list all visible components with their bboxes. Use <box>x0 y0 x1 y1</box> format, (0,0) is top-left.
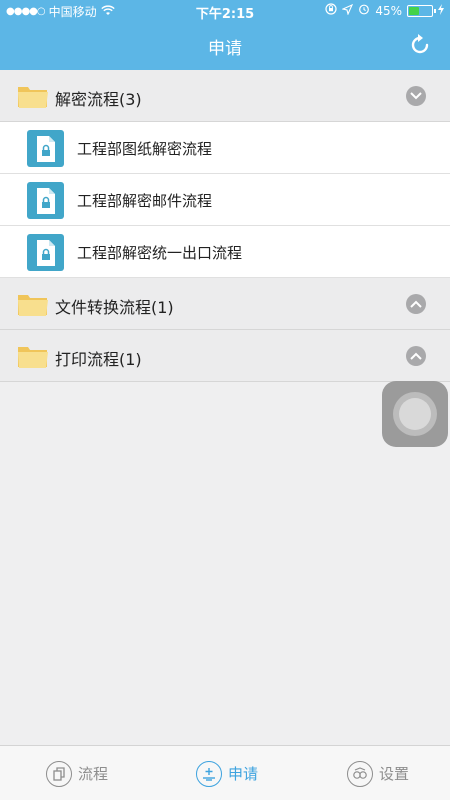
battery-level <box>409 6 419 15</box>
settings-icon <box>347 760 373 787</box>
status-bar: ●●●●○ 中国移动 下午2:15 45% <box>0 0 450 22</box>
item-label: 工程部解密统一出口流程 <box>77 244 243 262</box>
group-label: 解密流程(3) <box>55 90 142 109</box>
group-label: 打印流程(1) <box>55 350 142 369</box>
item-label: 工程部图纸解密流程 <box>77 140 213 158</box>
process-icon <box>46 760 72 787</box>
tab-settings[interactable]: 设置 <box>347 746 409 800</box>
group-print-flow[interactable]: 打印流程(1) <box>0 330 450 382</box>
folder-icon <box>18 87 48 108</box>
locked-document-icon <box>27 234 64 271</box>
group-file-conversion-flow[interactable]: 文件转换流程(1) <box>0 278 450 330</box>
battery-percent: 45% <box>375 3 402 18</box>
app-header: ●●●●○ 中国移动 下午2:15 45% 申请 <box>0 0 450 70</box>
location-icon <box>341 3 354 18</box>
group-decrypt-flow[interactable]: 解密流程(3) <box>0 70 450 122</box>
refresh-button[interactable] <box>408 32 432 56</box>
status-right: 45% <box>325 3 444 18</box>
battery-icon <box>407 4 436 17</box>
folder-icon <box>18 295 48 316</box>
alarm-icon <box>358 3 370 18</box>
tab-bar: 流程 申请 设置 <box>0 745 450 800</box>
lock-rotation-icon <box>325 3 337 18</box>
refresh-icon <box>411 34 429 54</box>
assistive-touch-center <box>399 398 431 430</box>
chevron-up-icon <box>406 346 426 366</box>
tab-label: 申请 <box>228 765 259 783</box>
tab-label: 设置 <box>379 765 410 783</box>
group-label: 文件转换流程(1) <box>55 298 174 317</box>
folder-icon <box>18 347 48 368</box>
locked-document-icon <box>27 182 64 219</box>
charging-icon <box>438 3 444 18</box>
chevron-up-icon <box>406 294 426 314</box>
chevron-down-icon <box>406 86 426 106</box>
list-item[interactable]: 工程部解密邮件流程 <box>0 174 450 226</box>
apply-icon <box>196 760 222 787</box>
list-item[interactable]: 工程部图纸解密流程 <box>0 122 450 174</box>
item-label: 工程部解密邮件流程 <box>77 192 213 210</box>
tab-label: 流程 <box>78 765 109 783</box>
tab-apply[interactable]: 申请 <box>196 746 258 800</box>
list-item[interactable]: 工程部解密统一出口流程 <box>0 226 450 278</box>
locked-document-icon <box>27 130 64 167</box>
tab-process[interactable]: 流程 <box>46 746 108 800</box>
page-title: 申请 <box>208 39 242 59</box>
assistive-touch-button[interactable] <box>382 381 448 447</box>
